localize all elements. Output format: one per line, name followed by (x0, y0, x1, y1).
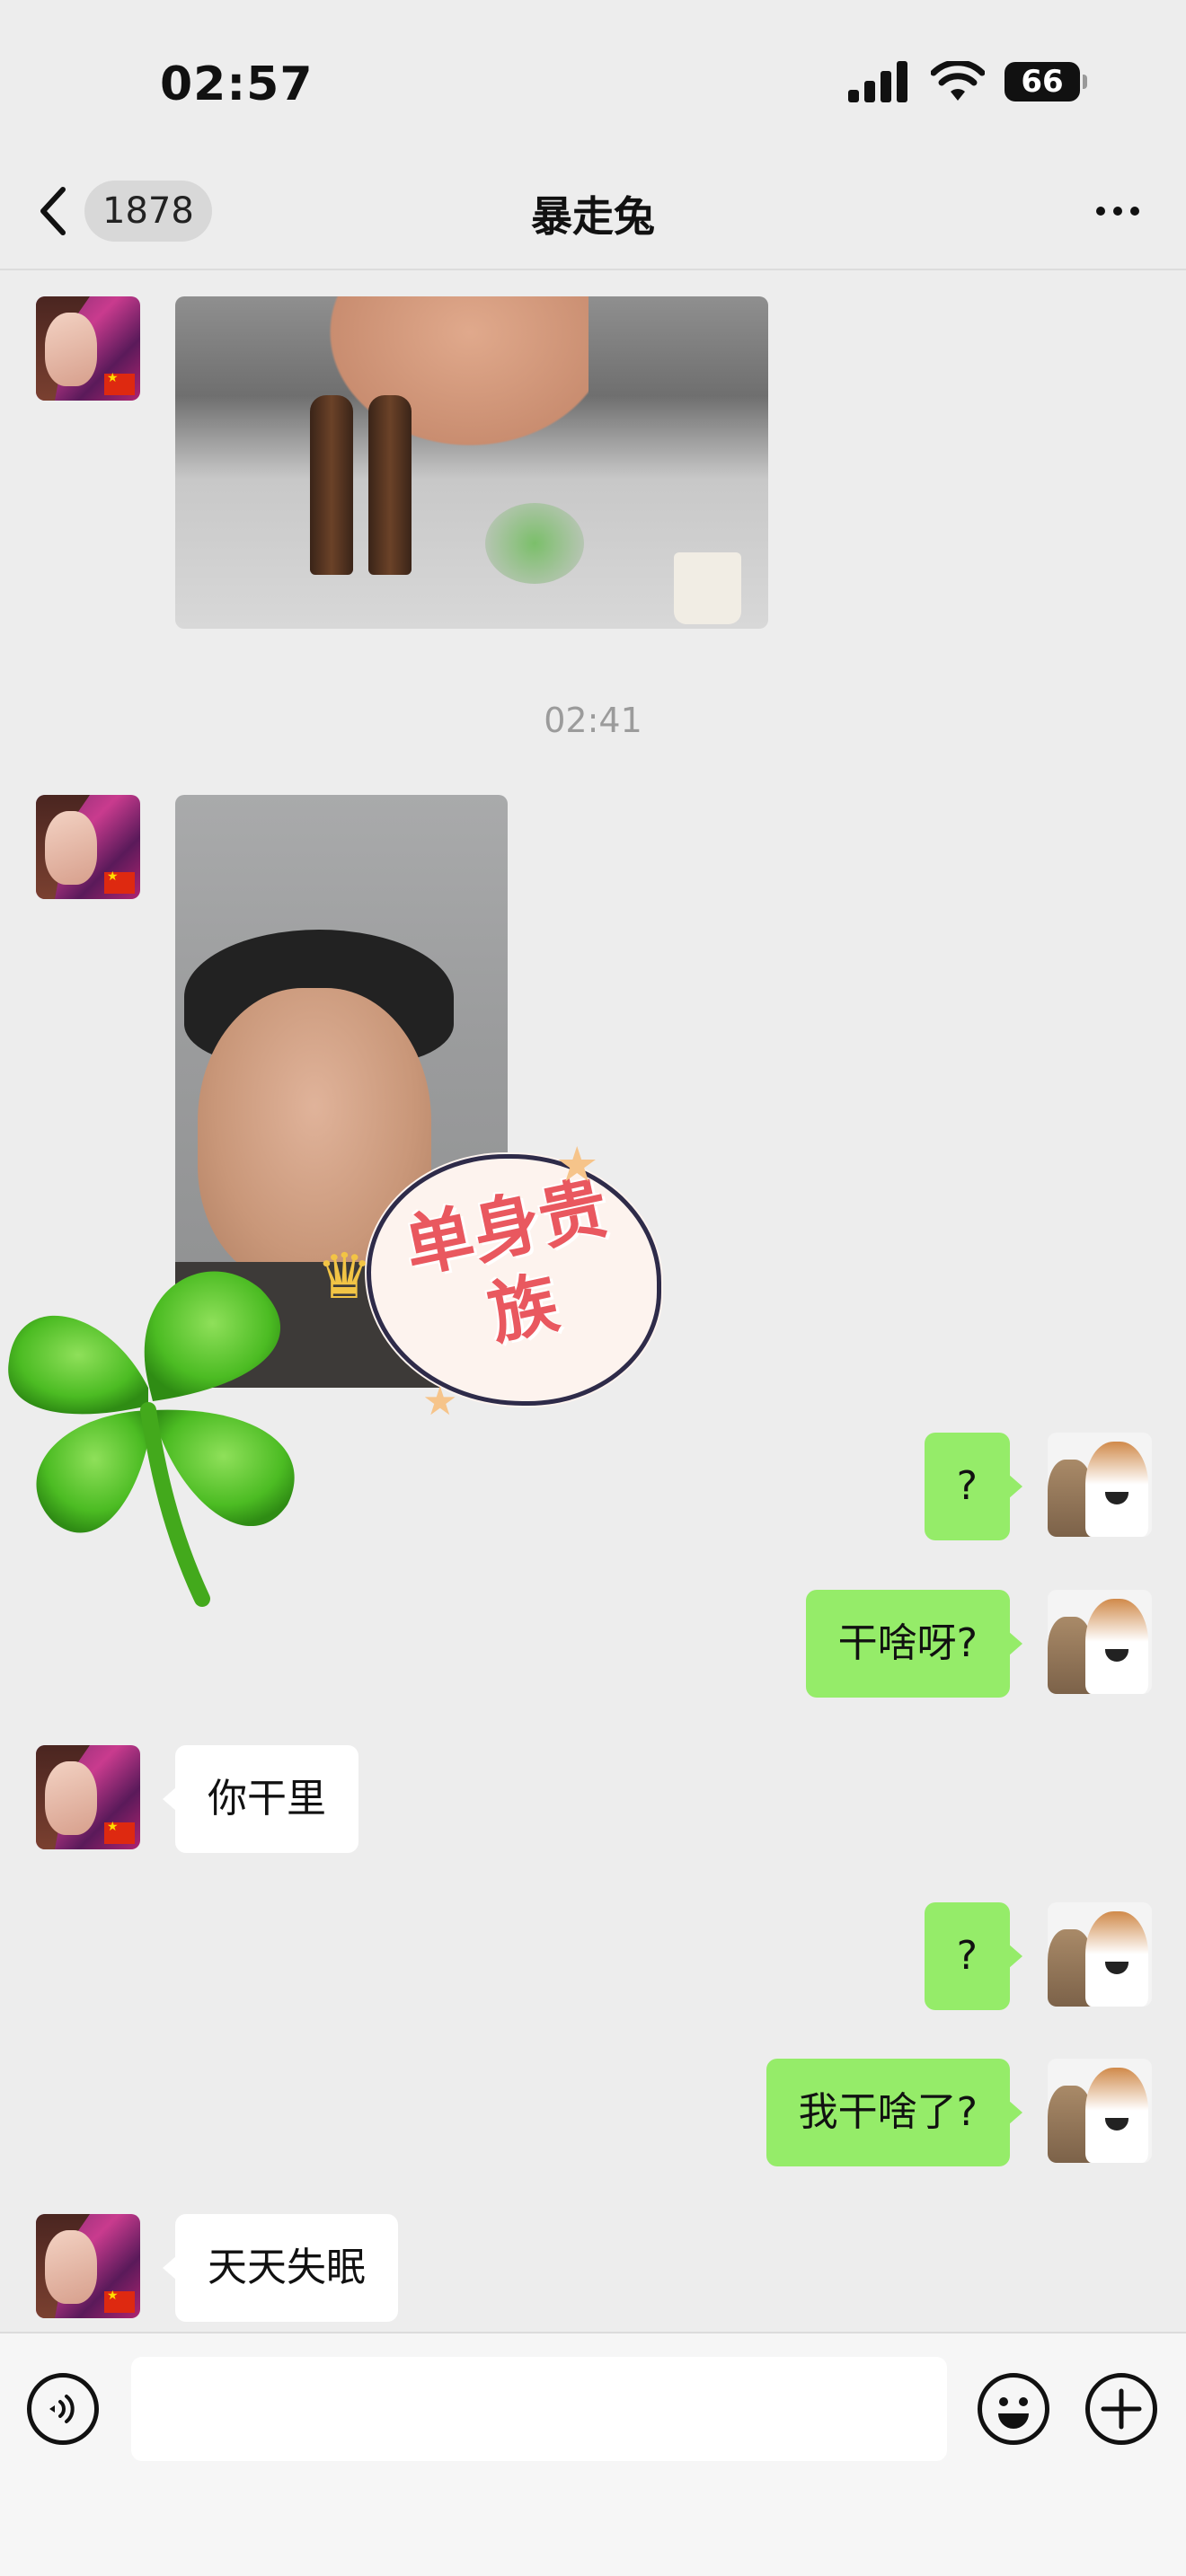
back-button[interactable]: 1878 (36, 175, 216, 247)
avatar-dog (1085, 2068, 1148, 2163)
status-icons: 66 (846, 61, 1087, 102)
message-text: 我干啥了? (798, 2089, 978, 2135)
clover-sticker[interactable] (0, 1235, 323, 1612)
avatar-face (45, 1761, 97, 1835)
more-functions-button[interactable] (1085, 2373, 1157, 2445)
outgoing-message-bubble[interactable]: 干啥呀? (805, 1590, 1023, 1698)
voice-icon (49, 2395, 75, 2423)
emoji-icon (998, 2397, 1029, 2429)
outgoing-message-bubble[interactable]: 我干啥了? (766, 2059, 1023, 2166)
my-avatar[interactable] (1048, 1902, 1152, 2007)
my-avatar[interactable] (1048, 1590, 1152, 1694)
emoji-button[interactable] (978, 2373, 1049, 2445)
more-dot (1130, 207, 1139, 216)
flag-icon (104, 2289, 135, 2313)
plus-icon (1101, 2388, 1142, 2430)
message-text: ? (956, 1933, 978, 1979)
flag-icon (104, 1820, 135, 1844)
flag-icon (104, 371, 135, 395)
nav-bar: 暴走兔 1878 (0, 157, 1186, 270)
voice-input-button[interactable] (27, 2373, 99, 2445)
outgoing-message-bubble[interactable]: ? (924, 1902, 1023, 2010)
message-text: ? (956, 1463, 978, 1509)
crown-icon: ♛ (316, 1239, 373, 1313)
my-avatar[interactable] (1048, 1433, 1152, 1537)
sticker-text: 单身贵族 (397, 1167, 615, 1354)
my-avatar[interactable] (1048, 2059, 1152, 2163)
avatar-face (45, 2230, 97, 2304)
status-bar: 02:57 66 (0, 0, 1186, 157)
incoming-message-bubble[interactable]: 天天失眠 (163, 2214, 398, 2322)
avatar-dog (1085, 1442, 1148, 1537)
star-icon: ★ (422, 1379, 458, 1425)
message-input[interactable] (131, 2357, 947, 2461)
incoming-message-bubble[interactable]: 你干里 (163, 1745, 358, 1853)
more-dot (1113, 207, 1122, 216)
wifi-icon (931, 61, 985, 101)
message-timestamp: 02:41 (544, 701, 642, 740)
star-icon: ★ (555, 1136, 599, 1193)
contact-avatar[interactable] (36, 296, 140, 401)
avatar-face (45, 811, 97, 885)
more-dot (1096, 207, 1105, 216)
avatar-dog (1085, 1599, 1148, 1694)
avatar-dog (1085, 1911, 1148, 2007)
chat-screen: 02:57 66 暴走兔 1878 ★ 02:41 ★ 单身贵族 ♛ ★ ★ ?… (0, 0, 1186, 2576)
bowl (485, 503, 584, 584)
input-bar (0, 2332, 1186, 2576)
status-time: 02:57 (160, 57, 314, 111)
message-list[interactable]: 02:41 (0, 269, 1186, 2332)
image-message[interactable] (175, 296, 768, 629)
avatar-face (45, 313, 97, 386)
outgoing-message-bubble[interactable]: ? (924, 1433, 1023, 1540)
contact-avatar[interactable] (36, 1745, 140, 1849)
battery-indicator: 66 (1005, 62, 1087, 101)
bottle (368, 395, 412, 575)
message-text: 你干里 (208, 1776, 326, 1822)
cup (674, 552, 741, 624)
chevron-left-icon (40, 187, 66, 235)
bottle (310, 395, 353, 575)
contact-avatar[interactable] (36, 795, 140, 899)
contact-avatar[interactable] (36, 2214, 140, 2318)
more-options-button[interactable] (1082, 184, 1154, 238)
flag-icon (104, 869, 135, 894)
unread-count-badge: 1878 (84, 181, 212, 242)
text-sticker[interactable]: 单身贵族 (367, 1154, 661, 1406)
message-text: 天天失眠 (208, 2245, 366, 2290)
signal-icon (848, 61, 907, 102)
message-text: 干啥呀? (837, 1620, 978, 1666)
